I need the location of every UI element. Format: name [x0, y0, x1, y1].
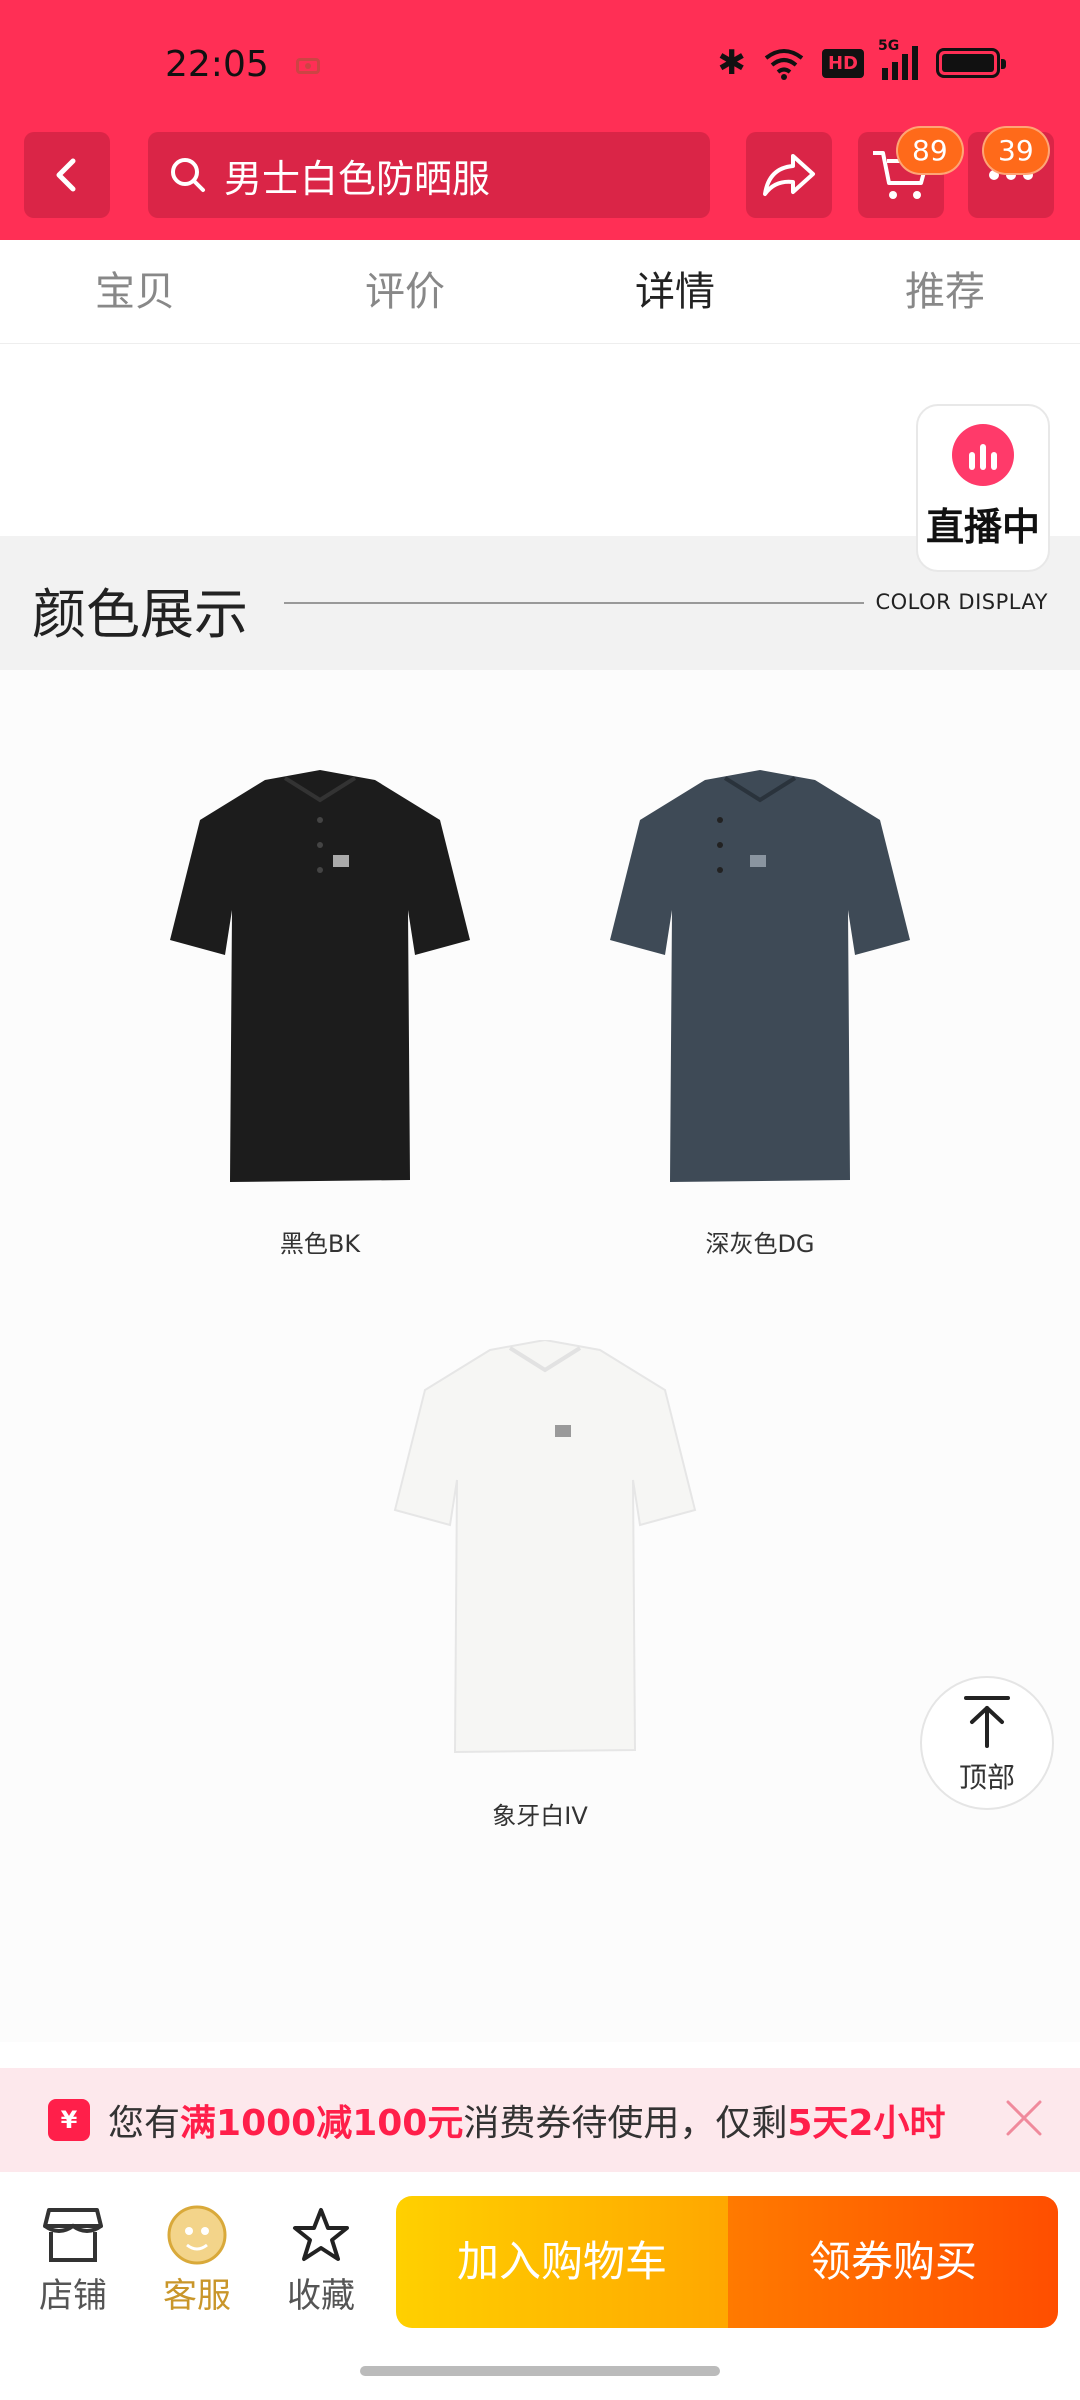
- polo-shirt-ivory-image: [393, 1340, 697, 1754]
- color-caption-darkgray: 深灰色DG: [705, 1230, 815, 1258]
- customer-service-button[interactable]: 客服: [142, 2202, 252, 2317]
- chevron-left-icon: [56, 158, 76, 192]
- tab-reviews[interactable]: 评价: [270, 240, 540, 343]
- coupon-amount: 满1000减100元: [180, 2103, 464, 2144]
- coupon-remaining: 5天2小时: [787, 2103, 946, 2144]
- coupon-buy-button[interactable]: 领券购买: [728, 2196, 1058, 2328]
- color-gallery: 黑色BK 深灰色DG 象牙白IV: [0, 670, 1080, 2042]
- close-icon[interactable]: [1004, 2098, 1044, 2138]
- arrow-up-icon: [964, 1696, 1010, 1748]
- live-label: 直播中: [925, 505, 1040, 549]
- status-icons: ✱ HD 5G: [717, 38, 1006, 83]
- service-label: 客服: [163, 2276, 231, 2316]
- favorite-button[interactable]: 收藏: [266, 2202, 376, 2317]
- network-type: 5G: [878, 38, 900, 54]
- tab-recommend[interactable]: 推荐: [810, 240, 1080, 343]
- product-tabs: 宝贝 评价 详情 推荐: [0, 240, 1080, 344]
- service-avatar-icon: [167, 2205, 227, 2265]
- polo-shirt-black-image: [170, 770, 470, 1182]
- more-button[interactable]: 39: [968, 126, 1054, 218]
- status-bar: 22:05 ✱ HD 5G: [0, 0, 1080, 130]
- coupon-prefix: 您有: [108, 2103, 181, 2144]
- back-to-top-label: 顶部: [958, 1761, 1015, 1794]
- back-button[interactable]: [24, 132, 110, 218]
- wifi-icon: [764, 49, 804, 80]
- home-indicator[interactable]: [360, 2366, 720, 2376]
- status-time: 22:05: [165, 44, 269, 85]
- coupon-text: 您有满1000减100元消费券待使用，仅剩5天2小时: [108, 2094, 945, 2146]
- top-header: 22:05 ✱ HD 5G 男士白色防晒服 89 39: [0, 0, 1080, 240]
- color-caption-black: 黑色BK: [279, 1230, 361, 1258]
- tab-item[interactable]: 宝贝: [0, 240, 270, 343]
- search-query: 男士白色防晒服: [224, 156, 491, 201]
- store-button[interactable]: 店铺: [18, 2202, 128, 2317]
- polo-shirt-darkgray-image: [610, 770, 910, 1182]
- hd-indicator: HD: [821, 48, 864, 78]
- cart-count-badge: 89: [896, 126, 964, 175]
- bluetooth-icon: ✱: [717, 43, 746, 83]
- store-label: 店铺: [39, 2276, 107, 2316]
- coupon-banner[interactable]: ¥ 您有满1000减100元消费券待使用，仅剩5天2小时: [0, 2068, 1080, 2172]
- section-title: 颜色展示: [32, 583, 248, 646]
- add-to-cart-button[interactable]: 加入购物车: [396, 2196, 728, 2328]
- color-caption-ivory: 象牙白IV: [492, 1802, 588, 1830]
- coupon-middle: 消费券待使用，仅剩: [463, 2103, 788, 2144]
- share-icon: [763, 154, 815, 196]
- back-to-top-button[interactable]: 顶部: [920, 1676, 1054, 1810]
- tab-details[interactable]: 详情: [540, 240, 810, 343]
- share-button[interactable]: [746, 132, 832, 218]
- section-subtitle: COLOR DISPLAY: [875, 590, 1048, 614]
- message-count-badge: 39: [982, 126, 1050, 175]
- cart-button[interactable]: 89: [858, 126, 964, 218]
- signal-icon: 5G: [878, 38, 918, 80]
- search-icon: [171, 158, 205, 192]
- star-icon: [293, 2208, 349, 2261]
- store-icon: [43, 2208, 103, 2262]
- coupon-yen-icon: ¥: [48, 2099, 90, 2141]
- section-divider: [284, 602, 864, 604]
- live-bars-icon: [952, 424, 1014, 486]
- battery-icon: [936, 48, 1006, 78]
- search-bar[interactable]: 男士白色防晒服: [148, 132, 710, 218]
- favorite-label: 收藏: [287, 2276, 355, 2316]
- live-stream-button[interactable]: 直播中: [916, 404, 1050, 572]
- screen-record-icon: [296, 58, 320, 74]
